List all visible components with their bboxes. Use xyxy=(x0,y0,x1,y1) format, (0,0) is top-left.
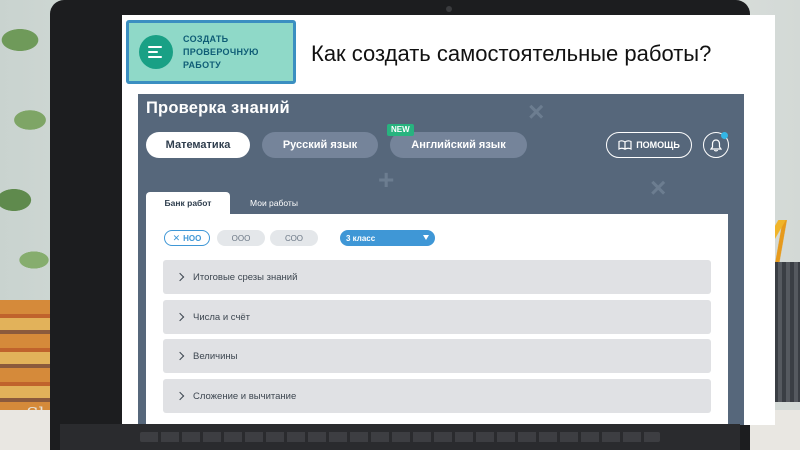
close-icon[interactable]: ✕ xyxy=(173,233,181,244)
laptop-keyboard xyxy=(140,432,660,442)
laptop-frame: СОЗДАТЬ ПРОВЕРОЧНУЮ РАБОТУ Как создать с… xyxy=(50,0,775,450)
bell-icon xyxy=(710,138,722,151)
webcam xyxy=(446,6,452,12)
chevron-right-icon xyxy=(175,272,185,282)
topic-item[interactable]: Величины xyxy=(163,339,711,373)
tab-russian[interactable]: Русский язык xyxy=(262,132,378,158)
book-icon xyxy=(618,140,632,150)
tab-math[interactable]: Математика xyxy=(146,132,250,158)
tab-my-works[interactable]: Мои работы xyxy=(234,192,314,214)
decor-times-2: × xyxy=(650,172,667,203)
app-window: + × × Проверка знаний Математика Русский… xyxy=(138,94,744,425)
grade-select-value: 3 класс xyxy=(346,233,376,243)
work-bank-panel: ✕ НОО ООО СОО 3 класс Итоговые срезы зна… xyxy=(146,214,728,425)
new-badge: NEW xyxy=(387,124,414,136)
filter-noo-label: НОО xyxy=(183,233,202,243)
chevron-down-icon xyxy=(423,235,429,240)
decor-times: × xyxy=(528,96,545,127)
filter-soo[interactable]: СОО xyxy=(270,230,318,246)
notification-dot xyxy=(721,132,728,139)
help-label: ПОМОЩЬ xyxy=(636,140,680,150)
filter-ooo[interactable]: ООО xyxy=(217,230,265,246)
chevron-right-icon xyxy=(175,351,185,361)
filter-noo[interactable]: ✕ НОО xyxy=(164,230,210,246)
chevron-right-icon xyxy=(175,312,185,322)
decor-plus: + xyxy=(378,164,395,195)
help-button[interactable]: ПОМОЩЬ xyxy=(606,132,692,158)
topic-item[interactable]: Числа и счёт xyxy=(163,300,711,334)
topic-item[interactable]: Итоговые срезы знаний xyxy=(163,260,711,294)
topic-label: Итоговые срезы знаний xyxy=(193,271,298,283)
create-test-badge: СОЗДАТЬ ПРОВЕРОЧНУЮ РАБОТУ xyxy=(126,20,296,84)
checklist-icon xyxy=(139,35,173,69)
topic-item[interactable]: Сложение и вычитание xyxy=(163,379,711,413)
app-title: Проверка знаний xyxy=(146,99,290,117)
tab-work-bank[interactable]: Банк работ xyxy=(146,192,230,214)
chevron-right-icon xyxy=(175,391,185,401)
badge-text: СОЗДАТЬ ПРОВЕРОЧНУЮ РАБОТУ xyxy=(183,33,259,70)
slide-title: Как создать самостоятельные работы? xyxy=(311,41,712,66)
topic-label: Величины xyxy=(193,350,238,362)
topic-label: Сложение и вычитание xyxy=(193,390,297,402)
grade-select[interactable]: 3 класс xyxy=(340,230,435,246)
laptop-screen: СОЗДАТЬ ПРОВЕРОЧНУЮ РАБОТУ Как создать с… xyxy=(122,15,775,425)
topic-label: Числа и счёт xyxy=(193,311,251,323)
